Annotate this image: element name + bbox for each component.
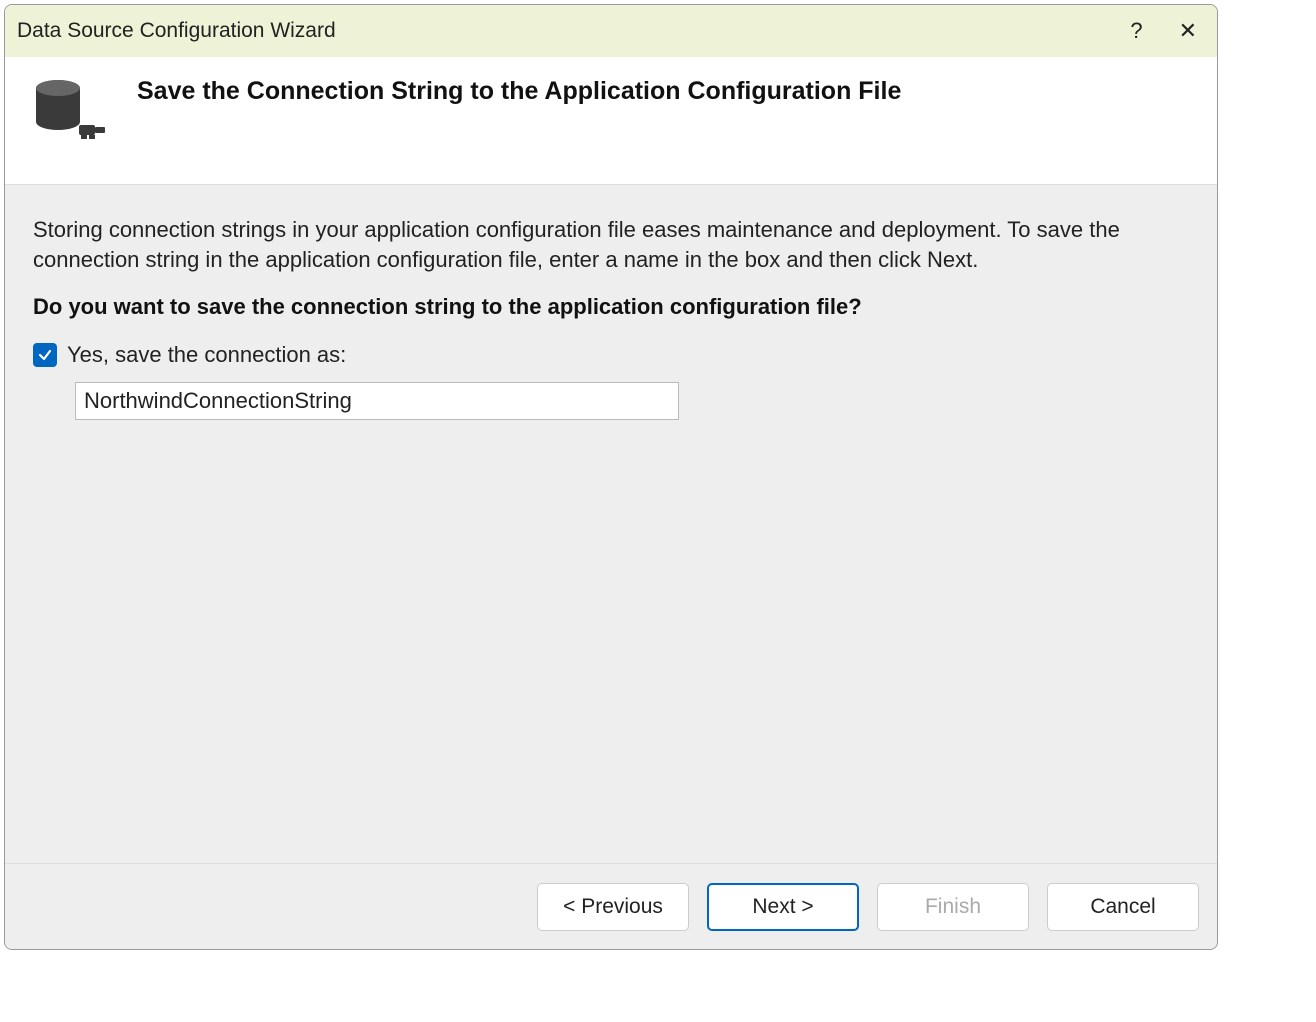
finish-button: Finish [877,883,1029,931]
database-icon [29,75,109,155]
cancel-button[interactable]: Cancel [1047,883,1199,931]
description-text: Storing connection strings in your appli… [33,215,1189,274]
next-button[interactable]: Next > [707,883,859,931]
close-button[interactable]: ✕ [1179,20,1197,42]
save-connection-label: Yes, save the connection as: [67,342,346,368]
wizard-header: Save the Connection String to the Applic… [5,57,1217,185]
check-icon [37,347,53,363]
page-title: Save the Connection String to the Applic… [137,75,901,106]
save-connection-row: Yes, save the connection as: [33,342,1189,368]
window-title: Data Source Configuration Wizard [17,19,336,43]
question-text: Do you want to save the connection strin… [33,294,1189,320]
help-button[interactable]: ? [1130,20,1142,42]
footer-buttons: < Previous Next > Finish Cancel [5,863,1217,949]
save-connection-checkbox[interactable] [33,343,57,367]
connection-name-input[interactable] [75,382,679,420]
wizard-dialog: Data Source Configuration Wizard ? ✕ Sav… [4,4,1218,950]
titlebar: Data Source Configuration Wizard ? ✕ [5,5,1217,57]
content-area: Storing connection strings in your appli… [5,185,1217,863]
titlebar-controls: ? ✕ [1130,20,1205,42]
previous-button[interactable]: < Previous [537,883,689,931]
